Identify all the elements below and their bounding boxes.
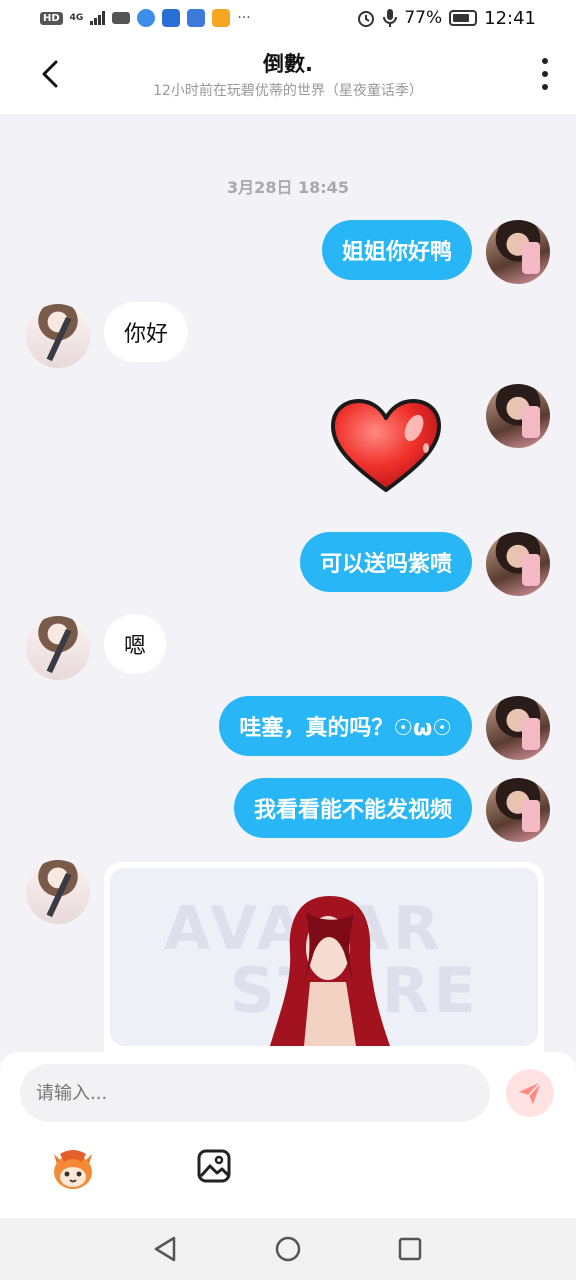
my-avatar[interactable] xyxy=(486,532,550,596)
message-list[interactable]: 3月28日 18:45 姐姐你好鸭 你好 可以送吗紫啧 嗯 哇塞，真的吗？☉ω☉… xyxy=(0,114,576,1054)
nav-home-button[interactable] xyxy=(273,1234,303,1264)
contact-avatar[interactable] xyxy=(26,616,90,680)
composer xyxy=(0,1052,576,1218)
contact-status: 12小时前在玩碧优蒂的世界（星夜童话季） xyxy=(153,83,423,99)
message-input[interactable] xyxy=(20,1064,490,1122)
triangle-back-icon xyxy=(154,1236,176,1262)
hd-badge: HD xyxy=(40,11,63,25)
video-preview[interactable]: AVATAR STORE xyxy=(110,868,538,1046)
signal-icon xyxy=(90,11,106,25)
heart-sticker[interactable] xyxy=(330,398,442,494)
status-bar: HD 4G ··· 77% 12:41 xyxy=(0,0,576,36)
my-message-bubble[interactable]: 姐姐你好鸭 xyxy=(321,220,472,280)
circle-home-icon xyxy=(275,1236,301,1262)
nav-back-button[interactable] xyxy=(150,1234,180,1264)
app-notification-icon xyxy=(162,9,181,27)
system-navigation-bar xyxy=(0,1218,576,1280)
my-message-bubble[interactable]: 可以送吗紫啧 xyxy=(299,532,472,592)
my-message-bubble[interactable]: 我看看能不能发视频 xyxy=(233,778,472,838)
more-options-button[interactable] xyxy=(540,58,550,90)
contact-message-bubble[interactable]: 嗯 xyxy=(104,614,167,674)
sticker-button[interactable] xyxy=(48,1148,98,1192)
my-message-bubble[interactable]: 哇塞，真的吗？☉ω☉ xyxy=(219,696,472,756)
my-avatar[interactable] xyxy=(486,696,550,760)
contact-name: 倒數. xyxy=(263,52,313,76)
clock: 12:41 xyxy=(484,7,536,29)
image-picker-button[interactable] xyxy=(196,1148,236,1188)
network-type: 4G xyxy=(69,13,84,23)
app-notification-icon xyxy=(137,9,156,27)
video-message[interactable]: AVATAR STORE xyxy=(104,862,544,1054)
alarm-icon xyxy=(358,11,375,27)
contact-avatar[interactable] xyxy=(26,304,90,368)
microphone-icon xyxy=(383,9,398,27)
avatar-character-image xyxy=(270,896,390,1046)
my-avatar[interactable] xyxy=(486,220,550,284)
square-recents-icon xyxy=(398,1237,422,1261)
send-button[interactable] xyxy=(506,1069,554,1117)
image-icon xyxy=(197,1149,231,1183)
contact-message-bubble[interactable]: 你好 xyxy=(104,302,189,362)
contact-avatar[interactable] xyxy=(26,860,90,924)
app-notification-icon xyxy=(212,9,231,27)
more-vertical-icon xyxy=(542,58,548,64)
more-notifications: ··· xyxy=(237,10,251,26)
mascot-icon xyxy=(54,1150,92,1189)
chat-header: 倒數. 12小时前在玩碧优蒂的世界（星夜童话季） xyxy=(0,36,576,114)
my-avatar[interactable] xyxy=(486,778,550,842)
game-app-icon xyxy=(187,9,206,27)
battery-percent: 77% xyxy=(404,8,443,28)
video-camera-icon xyxy=(112,12,131,24)
my-avatar[interactable] xyxy=(486,384,550,448)
battery-icon xyxy=(449,10,478,26)
send-icon xyxy=(519,1081,542,1104)
message-timestamp: 3月28日 18:45 xyxy=(227,178,349,197)
nav-recents-button[interactable] xyxy=(395,1234,425,1264)
